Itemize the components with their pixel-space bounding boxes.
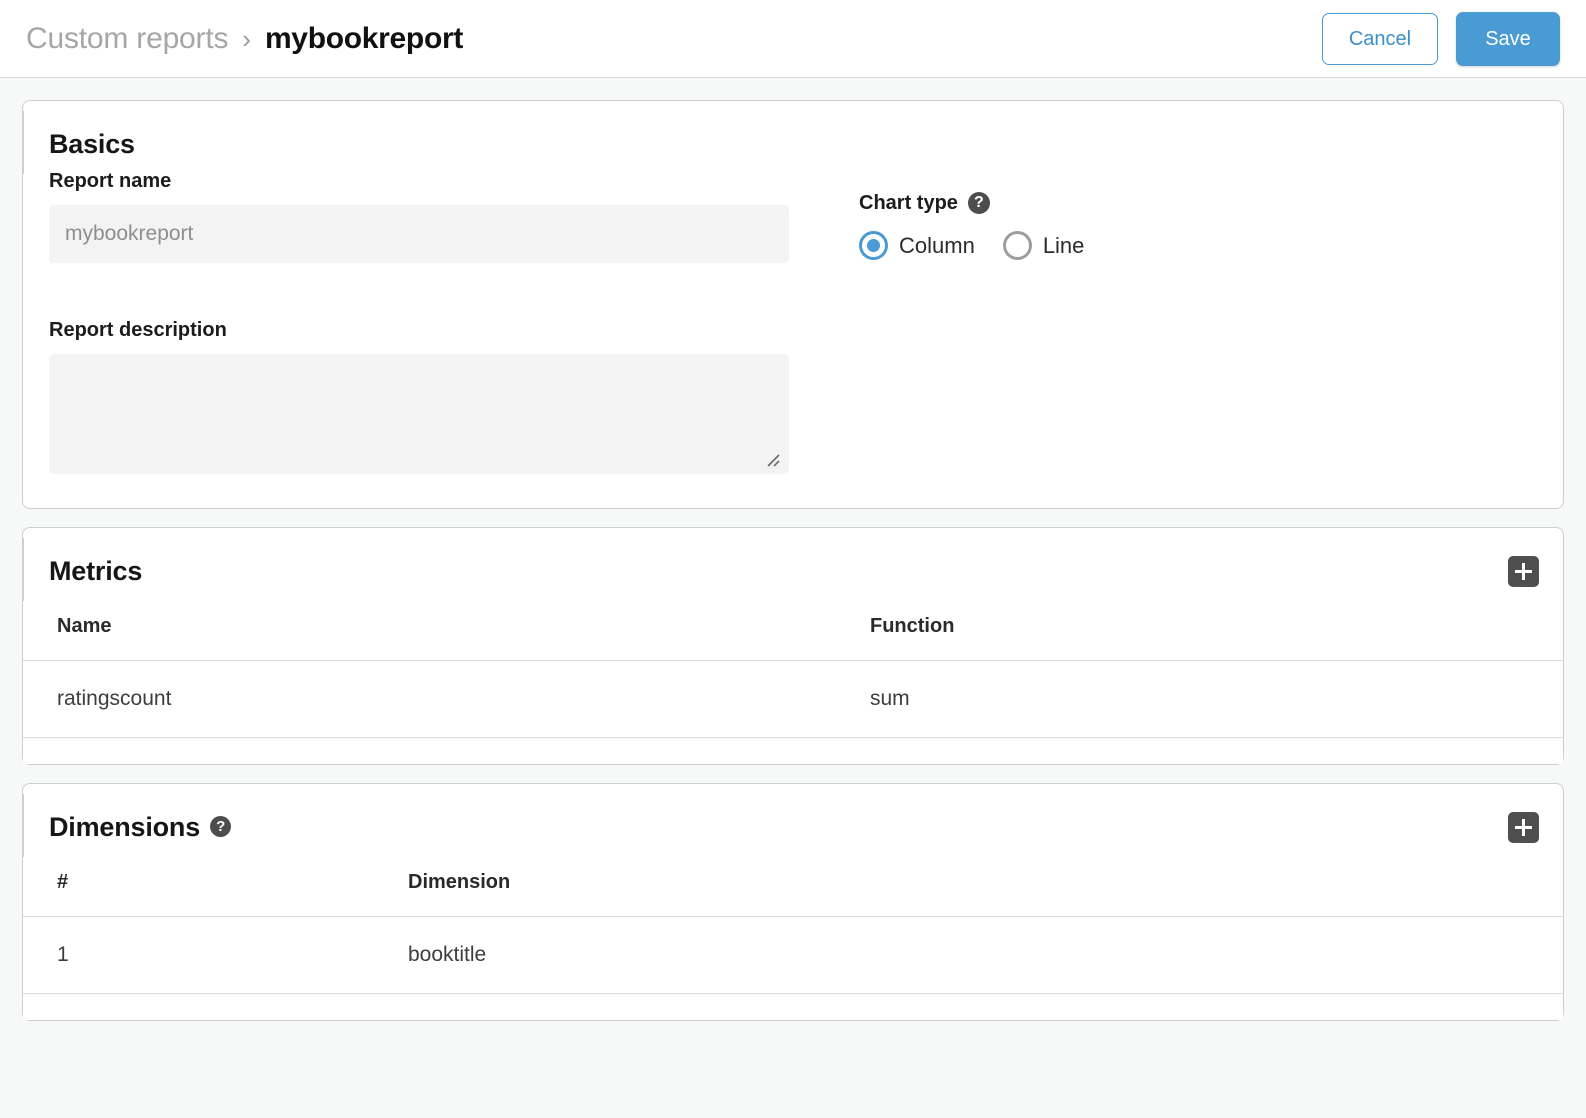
basics-title: Basics xyxy=(49,129,135,160)
breadcrumb: Custom reports › mybookreport xyxy=(26,22,1322,56)
metrics-table-header-row: Name Function xyxy=(23,597,1563,661)
report-name-label: Report name xyxy=(49,170,809,193)
page-title: mybookreport xyxy=(265,22,463,56)
radio-line-icon[interactable] xyxy=(1003,231,1032,260)
dimensions-title: Dimensions xyxy=(49,812,200,843)
chart-type-label: Chart type xyxy=(859,192,958,215)
chart-type-label-row: Chart type ? xyxy=(859,192,1098,215)
help-icon[interactable]: ? xyxy=(210,816,231,837)
basics-right-column: Chart type ? Column Line xyxy=(809,170,1098,474)
breadcrumb-separator-icon: › xyxy=(242,26,251,52)
dimension-index-cell: 1 xyxy=(23,917,408,994)
dimensions-table: # Dimension 1 booktitle xyxy=(23,853,1563,994)
metrics-column-function: Function xyxy=(870,597,1563,661)
add-dimension-button[interactable] xyxy=(1508,812,1539,843)
dimensions-panel: Dimensions ? # Dimension 1 booktitle xyxy=(22,783,1564,1021)
top-bar-actions: Cancel Save xyxy=(1322,12,1560,66)
help-icon[interactable]: ? xyxy=(968,192,990,214)
dimensions-table-header-row: # Dimension xyxy=(23,853,1563,917)
metrics-panel-footer xyxy=(23,738,1563,764)
basics-panel-header: Basics xyxy=(23,101,1563,170)
dimensions-column-dimension: Dimension xyxy=(408,853,1563,917)
basics-body: Report name Report description Chart typ… xyxy=(23,170,1563,508)
report-description-textarea[interactable] xyxy=(49,354,789,474)
metrics-column-name: Name xyxy=(23,597,870,661)
metric-name-cell: ratingscount xyxy=(23,661,870,738)
metric-function-cell: sum xyxy=(870,661,1563,738)
add-metric-button[interactable] xyxy=(1508,556,1539,587)
header-accent-line xyxy=(23,111,24,174)
dimensions-panel-header: Dimensions ? xyxy=(23,784,1563,853)
radio-column-icon[interactable] xyxy=(859,231,888,260)
breadcrumb-parent-link[interactable]: Custom reports xyxy=(26,22,228,56)
basics-left-column: Report name Report description xyxy=(49,170,809,474)
dimension-name-cell: booktitle xyxy=(408,917,1563,994)
metrics-table: Name Function ratingscount sum xyxy=(23,597,1563,738)
metrics-panel: Metrics Name Function ratingscount sum xyxy=(22,527,1564,765)
chart-type-option-line-label: Line xyxy=(1043,233,1085,259)
save-button[interactable]: Save xyxy=(1456,12,1560,66)
table-row[interactable]: ratingscount sum xyxy=(23,661,1563,738)
dimensions-column-index: # xyxy=(23,853,408,917)
field-spacer xyxy=(49,263,809,319)
plus-icon xyxy=(1522,563,1525,580)
cancel-button[interactable]: Cancel xyxy=(1322,13,1438,65)
chart-type-option-line[interactable]: Line xyxy=(1003,231,1085,260)
header-accent-line xyxy=(23,538,24,601)
basics-panel: Basics Report name Report description xyxy=(22,100,1564,509)
dimensions-title-wrapper: Dimensions ? xyxy=(49,812,231,843)
metrics-title: Metrics xyxy=(49,556,142,587)
top-bar: Custom reports › mybookreport Cancel Sav… xyxy=(0,0,1586,78)
page-content: Basics Report name Report description xyxy=(0,78,1586,1021)
chart-type-radio-group: Column Line xyxy=(859,231,1098,260)
report-description-wrapper xyxy=(49,354,789,474)
metrics-panel-header: Metrics xyxy=(23,528,1563,597)
header-accent-line xyxy=(23,794,24,857)
dimensions-panel-footer xyxy=(23,994,1563,1020)
plus-icon xyxy=(1522,819,1525,836)
chart-type-option-column-label: Column xyxy=(899,233,975,259)
chart-type-option-column[interactable]: Column xyxy=(859,231,975,260)
report-name-input[interactable] xyxy=(49,205,789,263)
report-description-label: Report description xyxy=(49,319,809,342)
table-row[interactable]: 1 booktitle xyxy=(23,917,1563,994)
